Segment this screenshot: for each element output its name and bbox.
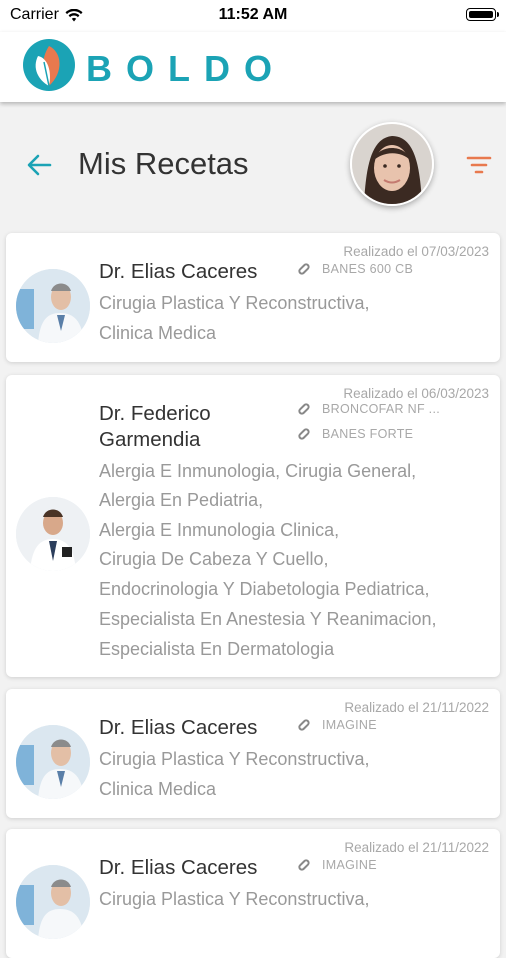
doctor-specialty: Endocrinologia Y Diabetologia Pediatrica…: [99, 579, 430, 599]
medication-item: BRONCOFAR NF ...: [296, 401, 440, 417]
doctor-photo: [16, 725, 90, 799]
doctor-name: Dr. Elias Caceres: [99, 260, 258, 283]
prescription-date: Realizado el 07/03/2023: [343, 244, 489, 259]
doctor-specialty: Alergia E Inmunologia, Cirugia General,: [99, 461, 417, 481]
clock: 11:52 AM: [218, 6, 288, 23]
medication-item: BANES FORTE: [296, 426, 413, 442]
brand-name: BOLDO: [86, 48, 286, 89]
filter-icon[interactable]: [465, 154, 493, 176]
prescription-date: Realizado el 21/11/2022: [344, 700, 489, 715]
medication-item: BANES 600 CB: [296, 261, 413, 277]
attachment-icon: [298, 403, 310, 415]
brand-header: BOLDO: [0, 32, 506, 102]
doctor-photo: [16, 269, 90, 343]
doctor-photo: [16, 497, 90, 571]
doctor-photo: [16, 865, 90, 939]
attachment-icon: [298, 428, 310, 440]
doctor-specialty: Cirugia Plastica Y Reconstructiva,: [99, 749, 370, 769]
doctor-avatar: [16, 725, 90, 799]
page-title: Mis Recetas: [78, 146, 249, 181]
doctor-specialty: Alergia E Inmunologia Clinica,: [99, 520, 340, 540]
attachment-icon: [298, 719, 310, 731]
doctor-specialty: Especialista En Dermatologia: [99, 639, 335, 659]
doctor-avatar: [16, 865, 90, 939]
medication-item: IMAGINE: [296, 857, 377, 873]
doctor-specialty: Alergia En Pediatria,: [99, 490, 264, 510]
doctor-avatar: [16, 497, 90, 571]
status-bar: Carrier 11:52 AM: [0, 0, 506, 32]
medication-name: BANES 600 CB: [322, 262, 414, 276]
doctor-name: Garmendia: [99, 428, 201, 451]
back-arrow-icon[interactable]: [26, 152, 52, 178]
user-avatar[interactable]: [350, 122, 434, 206]
doctor-specialty: Clinica Medica: [99, 779, 217, 799]
doctor-specialty: Cirugia De Cabeza Y Cuello,: [99, 549, 329, 569]
doctor-specialty: Cirugia Plastica Y Reconstructiva,: [99, 293, 370, 313]
prescription-date: Realizado el 06/03/2023: [343, 386, 489, 401]
prescription-date: Realizado el 21/11/2022: [344, 840, 489, 855]
medication-name: IMAGINE: [322, 718, 377, 732]
doctor-name: Dr. Elias Caceres: [99, 716, 258, 739]
doctor-avatar: [16, 269, 90, 343]
boldo-logo-icon: [23, 39, 75, 91]
prescription-card[interactable]: Dr. Elias Caceres Realizado el 21/11/202…: [6, 689, 500, 818]
doctor-specialty: Especialista En Anestesia Y Reanimacion,: [99, 609, 437, 629]
doctor-name: Dr. Elias Caceres: [99, 856, 258, 879]
doctor-specialty: Clinica Medica: [99, 323, 217, 343]
user-photo: [352, 124, 432, 204]
battery-icon: [466, 8, 499, 21]
prescription-card[interactable]: Dr. Elias Caceres Realizado el 07/03/202…: [6, 233, 500, 362]
prescription-card[interactable]: Dr. Federico Garmendia Realizado el 06/0…: [6, 375, 500, 677]
prescription-card[interactable]: Dr. Elias Caceres Realizado el 21/11/202…: [6, 829, 500, 958]
medication-name: IMAGINE: [322, 858, 377, 872]
medication-name: BANES FORTE: [322, 427, 414, 441]
attachment-icon: [298, 859, 310, 871]
medication-name: BRONCOFAR NF ...: [322, 402, 441, 416]
medication-item: IMAGINE: [296, 717, 377, 733]
doctor-name: Dr. Federico: [99, 402, 211, 425]
page-header: Mis Recetas: [0, 118, 506, 218]
attachment-icon: [298, 263, 310, 275]
